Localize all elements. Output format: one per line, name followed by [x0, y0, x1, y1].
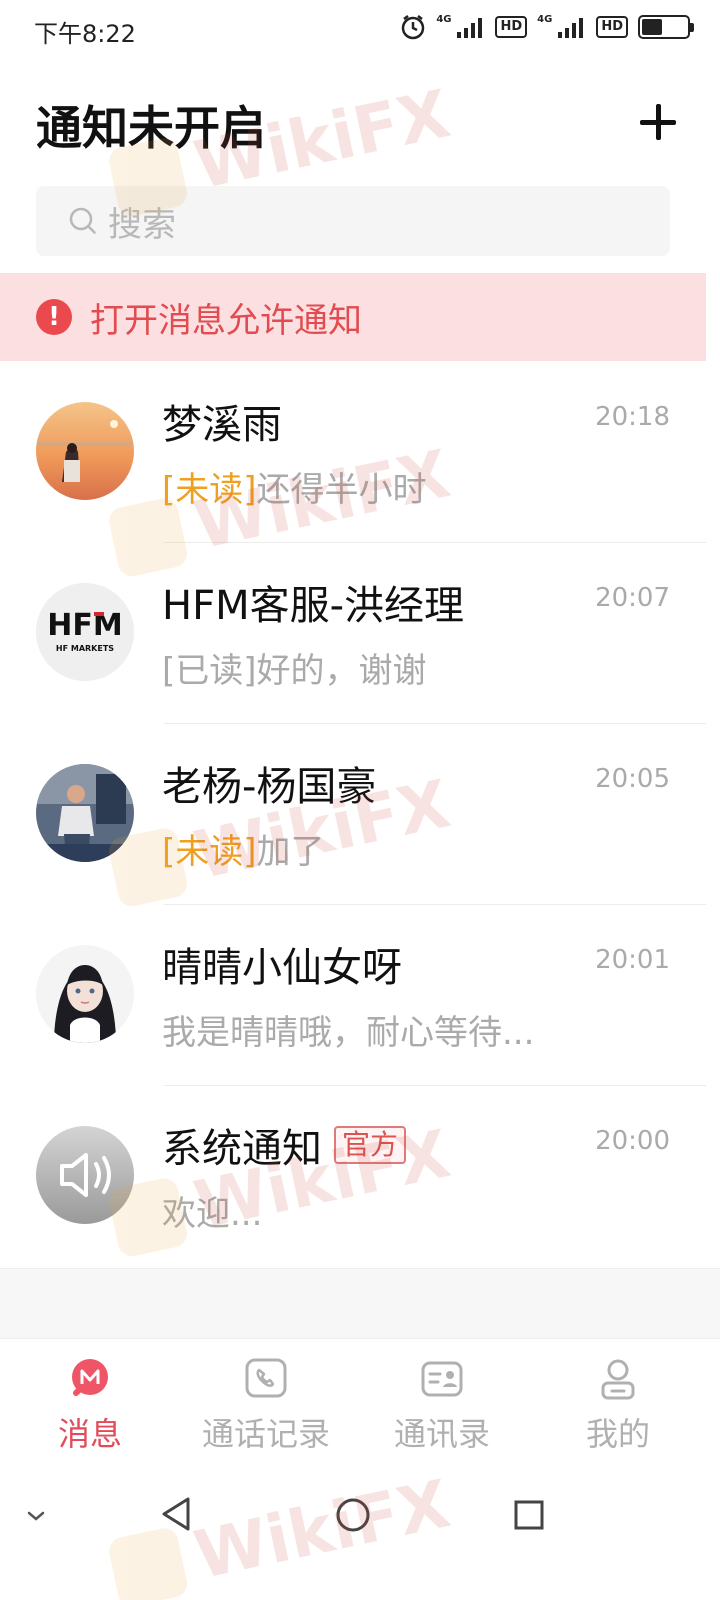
tab-me[interactable]: 我的	[528, 1339, 708, 1461]
status-icons: 4G HD 4G HD	[400, 14, 694, 40]
conversation-item[interactable]: HFM HF MARKETS HFM客服-洪经理 20:07 [已读]好的，谢谢	[0, 543, 706, 724]
unread-tag: [未读]	[162, 470, 257, 510]
system-navigation-bar	[0, 1460, 720, 1600]
conversation-name: 老杨-杨国豪	[162, 764, 377, 810]
add-button[interactable]	[636, 100, 680, 144]
recent-apps-button[interactable]	[512, 1498, 546, 1532]
preview-text: 好的，谢谢	[256, 651, 427, 691]
conversation-item[interactable]: 系统通知 官方 20:00 欢迎...	[0, 1086, 706, 1267]
conversation-preview: 我是晴晴哦，耐心等待...	[162, 1005, 534, 1054]
battery-level-fill	[642, 19, 662, 35]
conversation-preview: [未读]还得半小时	[162, 462, 427, 511]
avatar[interactable]	[36, 1126, 134, 1224]
conversation-preview: 欢迎...	[162, 1186, 262, 1235]
hd-badge: HD	[495, 16, 528, 38]
list-footer	[0, 1268, 720, 1338]
tab-contacts[interactable]: 通讯录	[352, 1339, 532, 1461]
conversation-time: 20:00	[595, 1126, 670, 1156]
conversation-time: 20:07	[595, 583, 670, 613]
status-time: 下午8:22	[34, 20, 136, 48]
bottom-tab-bar: 消息 通话记录 通讯录 我的	[0, 1338, 720, 1460]
preview-text: 加了	[256, 832, 325, 872]
preview-text: 欢迎...	[162, 1194, 263, 1234]
conversation-item[interactable]: 老杨-杨国豪 20:05 [未读]加了	[0, 724, 706, 905]
phone-icon	[244, 1357, 288, 1401]
profile-icon	[596, 1357, 640, 1401]
conversation-list: 梦溪雨 20:18 [未读]还得半小时 HFM HF MARKETS HFM客服…	[0, 362, 706, 1267]
notification-permission-banner[interactable]: ! 打开消息允许通知	[0, 273, 706, 361]
back-button[interactable]	[156, 1494, 196, 1534]
signal-icon	[457, 16, 485, 38]
read-tag: [已读]	[162, 651, 257, 691]
hfm-logo-text: HFM	[47, 608, 122, 643]
tab-label: 我的	[585, 1415, 650, 1453]
network-type-label: 4G	[537, 14, 553, 25]
conversation-name: 晴晴小仙女呀	[162, 945, 402, 991]
avatar[interactable]	[36, 945, 134, 1043]
conversation-preview: [已读]好的，谢谢	[162, 643, 427, 692]
network-type-label: 4G	[436, 14, 452, 25]
tab-call-log[interactable]: 通话记录	[176, 1339, 356, 1461]
speaker-icon	[36, 1126, 134, 1224]
conversation-time: 20:01	[595, 945, 670, 975]
preview-text: 我是晴晴哦，耐心等待...	[162, 1013, 535, 1053]
home-button[interactable]	[334, 1496, 372, 1534]
conversation-preview: [未读]加了	[162, 824, 325, 873]
conversation-name: HFM客服-洪经理	[162, 583, 465, 629]
conversation-time: 20:18	[595, 402, 670, 432]
status-bar: 下午8:22 4G HD 4G HD	[0, 0, 720, 60]
tab-messages[interactable]: 消息	[0, 1339, 180, 1461]
preview-text: 还得半小时	[256, 470, 427, 510]
alert-icon: !	[36, 299, 72, 335]
conversation-time: 20:05	[595, 764, 670, 794]
conversation-item[interactable]: 晴晴小仙女呀 20:01 我是晴晴哦，耐心等待...	[0, 905, 706, 1086]
search-placeholder: 搜索	[108, 204, 176, 245]
collapse-icon[interactable]	[20, 1500, 52, 1532]
unread-tag: [未读]	[162, 832, 257, 872]
battery-icon	[638, 15, 694, 39]
alarm-icon	[400, 14, 426, 40]
avatar[interactable]	[36, 402, 134, 500]
avatar[interactable]	[36, 764, 134, 862]
avatar[interactable]: HFM HF MARKETS	[36, 583, 134, 681]
hd-badge: HD	[596, 16, 628, 38]
conversation-name: 系统通知 官方	[162, 1116, 407, 1174]
conversation-name: 梦溪雨	[162, 402, 282, 448]
conversation-item[interactable]: 梦溪雨 20:18 [未读]还得半小时	[0, 362, 706, 543]
hfm-logo-subtext: HF MARKETS	[56, 644, 114, 653]
official-badge: 官方	[334, 1126, 407, 1164]
signal-icon	[558, 16, 586, 38]
tab-label: 消息	[57, 1415, 122, 1453]
notice-text: 打开消息允许通知	[90, 300, 362, 341]
search-icon	[69, 207, 96, 234]
search-input[interactable]: 搜索	[36, 186, 670, 256]
tab-label: 通讯录	[393, 1415, 490, 1453]
page-title: 通知未开启	[36, 101, 266, 155]
tab-label: 通话记录	[201, 1415, 330, 1453]
contact-card-icon	[420, 1357, 464, 1401]
message-icon	[68, 1357, 112, 1401]
